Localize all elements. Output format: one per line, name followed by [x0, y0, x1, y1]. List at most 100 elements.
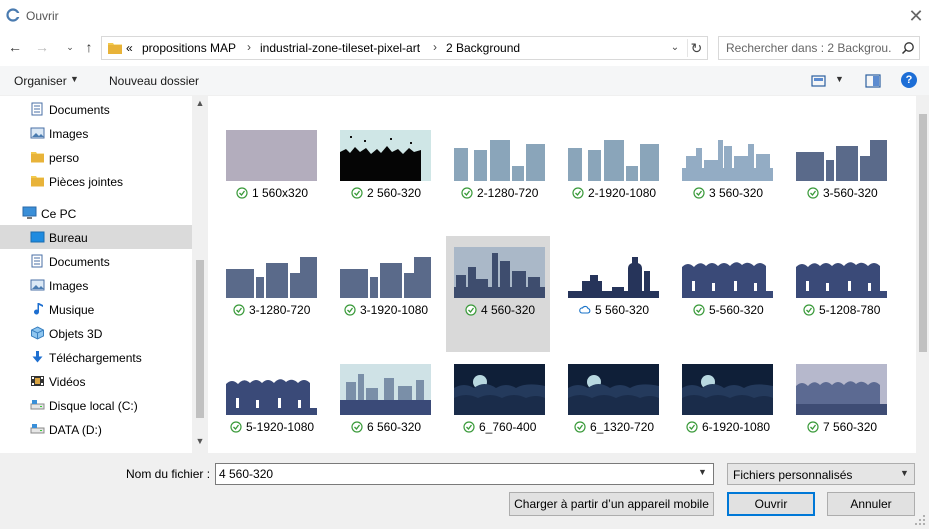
new-folder-button[interactable]: Nouveau dossier — [109, 74, 199, 88]
file-tile[interactable]: 3-560-320 — [788, 119, 892, 235]
refresh-icon[interactable]: ↻ — [687, 39, 705, 57]
file-tile[interactable]: 6 560-320 — [332, 353, 436, 453]
file-tile[interactable]: 5-560-320 — [674, 236, 778, 352]
file-thumbnail — [796, 364, 887, 415]
sidebar-item[interactable]: Musique — [0, 297, 192, 321]
sidebar-item-label: perso — [49, 151, 80, 165]
breadcrumb-overflow[interactable]: « — [126, 41, 133, 55]
filename-input[interactable] — [219, 467, 689, 481]
file-tile[interactable]: 4 560-320 — [446, 236, 550, 352]
file-tile[interactable]: 3 560-320 — [674, 119, 778, 235]
sidebar-item[interactable]: Documents — [0, 249, 192, 273]
sidebar-item[interactable]: Vidéos — [0, 369, 192, 393]
synced-check-icon — [693, 187, 705, 199]
search-icon[interactable] — [901, 41, 915, 55]
sidebar-scrollbar[interactable]: ▲ ▼ — [192, 96, 208, 453]
sidebar-item[interactable]: Images — [0, 273, 192, 297]
synced-check-icon — [461, 187, 473, 199]
resize-grip-icon[interactable] — [913, 513, 927, 527]
file-tile[interactable]: 5-1920-1080 — [218, 353, 322, 453]
downloads-icon — [32, 351, 43, 363]
content-scrollbar[interactable] — [916, 96, 929, 453]
sidebar-item[interactable]: Bureau — [0, 225, 192, 249]
organize-menu-button[interactable]: Organiser — [14, 74, 67, 88]
synced-check-icon — [351, 187, 363, 199]
recent-locations-chevron-icon[interactable]: ⌄ — [62, 39, 78, 55]
organize-caret-icon[interactable]: ▼ — [70, 74, 79, 84]
breadcrumb-chevron-icon[interactable]: › — [433, 40, 437, 54]
title-bar: Ouvrir ✕ — [0, 0, 929, 32]
sidebar-item[interactable]: Téléchargements — [0, 345, 192, 369]
file-tile[interactable]: 2 560-320 — [332, 119, 436, 235]
synced-check-icon — [344, 304, 356, 316]
breadcrumb-item[interactable]: propositions MAP — [142, 41, 236, 55]
content-scroll-thumb[interactable] — [919, 114, 927, 352]
sidebar-item[interactable]: Pièces jointes — [0, 169, 192, 193]
filename-combobox[interactable]: ▼ — [215, 463, 714, 485]
file-tile[interactable]: 2-1920-1080 — [560, 119, 664, 235]
file-tile[interactable]: 6_760-400 — [446, 353, 550, 453]
close-icon[interactable]: ✕ — [905, 6, 927, 26]
sidebar-scroll-thumb[interactable] — [196, 260, 204, 418]
file-name-label: 5-1920-1080 — [246, 420, 315, 434]
breadcrumb-item[interactable]: industrial-zone-tileset-pixel-art — [260, 41, 420, 55]
synced-check-icon — [233, 304, 245, 316]
sidebar-item[interactable]: Disque local (C:) — [0, 393, 192, 417]
filetype-select[interactable]: Fichiers personnalisés ▼ — [727, 463, 915, 485]
file-thumbnail — [340, 247, 431, 298]
file-tile[interactable]: 1 560x320 — [218, 119, 322, 235]
breadcrumb-chevron-icon[interactable]: › — [247, 40, 251, 54]
sidebar-item-label: Vidéos — [49, 375, 86, 389]
file-tile[interactable]: 7 560-320 — [788, 353, 892, 453]
videos-icon — [31, 376, 44, 386]
upload-from-mobile-button[interactable]: Charger à partir d’un appareil mobile — [509, 492, 714, 516]
file-name-label: 6_760-400 — [479, 420, 537, 434]
sidebar-item[interactable]: perso — [0, 145, 192, 169]
file-tile[interactable]: 5 560-320 — [560, 236, 664, 352]
preview-pane-icon[interactable] — [864, 72, 882, 90]
navigation-pane: Documents Images perso Pièces jointes Ce PC B… — [0, 96, 208, 453]
file-tile[interactable]: 6-1920-1080 — [674, 353, 778, 453]
window-title: Ouvrir — [26, 9, 59, 23]
up-arrow-icon[interactable]: ↑ — [81, 39, 97, 55]
drive-icon — [30, 400, 45, 410]
file-name-label: 3-1920-1080 — [360, 303, 429, 317]
cancel-button[interactable]: Annuler — [827, 492, 915, 516]
sidebar-item[interactable]: Images — [0, 121, 192, 145]
view-options-icon[interactable] — [810, 72, 828, 90]
filetype-dropdown-chevron-icon[interactable]: ▼ — [900, 468, 909, 478]
file-name-label: 2-1280-720 — [477, 186, 539, 200]
synced-check-icon — [465, 304, 477, 316]
help-icon[interactable]: ? — [901, 72, 917, 88]
sidebar-item-label: Téléchargements — [49, 351, 142, 365]
file-thumbnail — [796, 130, 887, 181]
file-name-label: 6_1320-720 — [590, 420, 655, 434]
file-name-label: 5 560-320 — [595, 303, 650, 317]
search-input[interactable] — [726, 40, 891, 56]
file-thumbnail — [568, 130, 659, 181]
address-dropdown-chevron-icon[interactable]: ⌄ — [668, 40, 682, 56]
file-tile[interactable]: 6_1320-720 — [560, 353, 664, 453]
footer-panel: Nom du fichier : ▼ Fichiers personnalisé… — [0, 453, 929, 529]
file-name-label: 3-1280-720 — [249, 303, 311, 317]
file-name-label: 1 560x320 — [252, 186, 309, 200]
file-tile[interactable]: 3-1280-720 — [218, 236, 322, 352]
sidebar-item-label: DATA (D:) — [49, 423, 102, 437]
address-bar[interactable]: « propositions MAP › industrial-zone-til… — [101, 36, 708, 60]
scroll-up-chevron-icon[interactable]: ▲ — [192, 98, 208, 112]
forward-arrow-icon[interactable]: → — [34, 39, 50, 55]
sidebar-item[interactable]: Documents — [0, 97, 192, 121]
file-tile[interactable]: 2-1280-720 — [446, 119, 550, 235]
filename-dropdown-chevron-icon[interactable]: ▼ — [698, 467, 707, 477]
back-arrow-icon[interactable]: ← — [7, 39, 23, 55]
sidebar-item[interactable]: Ce PC — [0, 201, 192, 225]
file-tile[interactable]: 5-1208-780 — [788, 236, 892, 352]
search-box[interactable] — [718, 36, 920, 60]
view-caret-icon[interactable]: ▼ — [835, 74, 844, 84]
sidebar-item[interactable]: Objets 3D — [0, 321, 192, 345]
open-button[interactable]: Ouvrir — [727, 492, 815, 516]
breadcrumb-item[interactable]: 2 Background — [446, 41, 520, 55]
sidebar-item[interactable]: DATA (D:) — [0, 417, 192, 441]
file-tile[interactable]: 3-1920-1080 — [332, 236, 436, 352]
scroll-down-chevron-icon[interactable]: ▼ — [192, 436, 208, 450]
